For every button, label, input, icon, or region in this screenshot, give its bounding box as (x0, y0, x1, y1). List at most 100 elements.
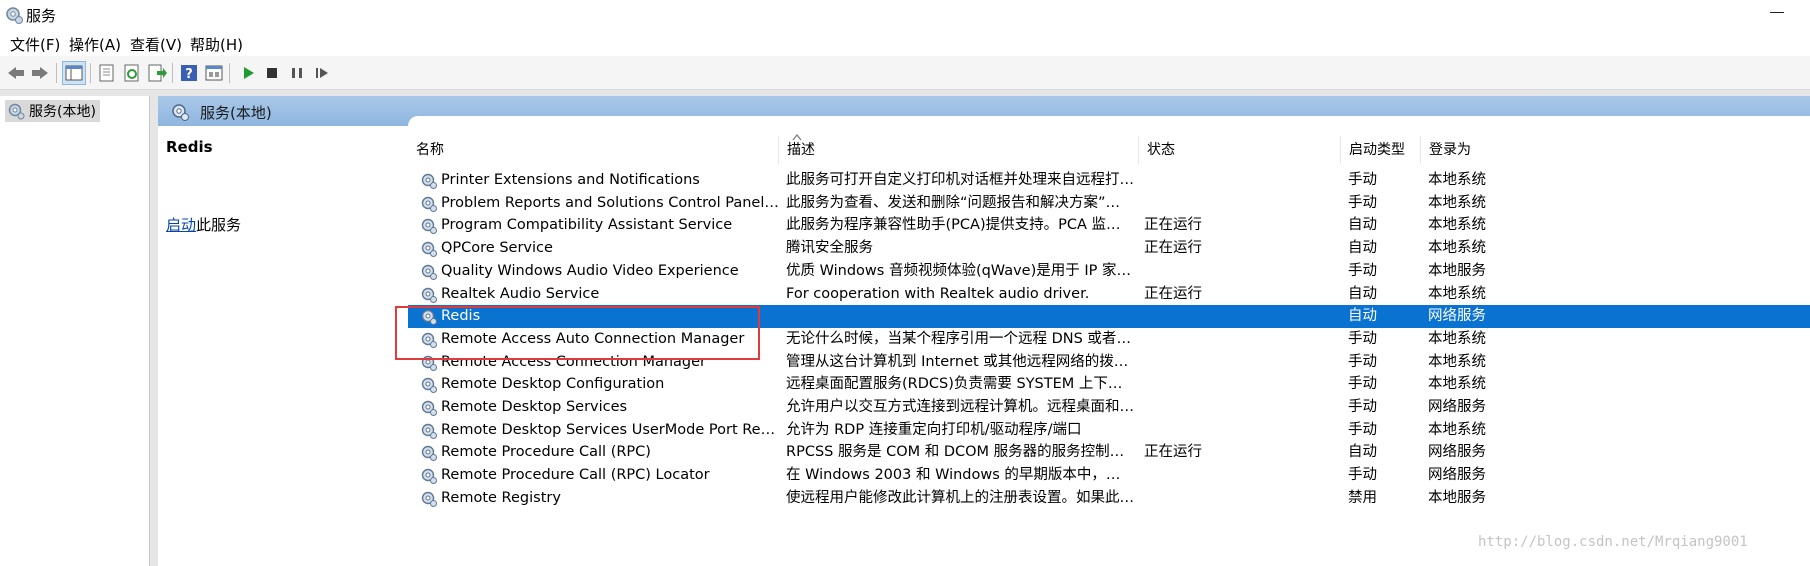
service-gear-icon (420, 308, 438, 326)
cell-status (1144, 419, 1324, 442)
cell-startup-type: 手动 (1348, 353, 1377, 370)
cell-status (1144, 373, 1324, 396)
table-row[interactable]: Printer Extensions and Notifications 此服务可… (408, 169, 1810, 192)
column-logon-as[interactable]: 登录为 (1420, 136, 1500, 164)
cell-status: 正在运行 (1144, 217, 1202, 234)
cell-status: 正在运行 (1144, 240, 1202, 257)
cell-status (1144, 260, 1324, 283)
restart-icon[interactable] (310, 61, 334, 85)
table-row[interactable]: Problem Reports and Solutions Control Pa… (408, 192, 1810, 215)
table-row[interactable]: Program Compatibility Assistant Service 此… (408, 214, 1810, 237)
pane-splitter[interactable] (150, 96, 158, 566)
show-hide-icon[interactable] (202, 61, 226, 85)
service-gear-icon (420, 286, 438, 304)
cell-description: RPCSS 服务是 COM 和 DCOM 服务器的服务控制管理器... (786, 444, 1134, 461)
window-title: 服务 (26, 7, 57, 25)
menu-view[interactable]: 查看(V) (130, 34, 182, 55)
cell-description: 腾讯安全服务 (786, 240, 873, 257)
cell-startup-type: 禁用 (1348, 489, 1377, 506)
cell-status (1144, 328, 1324, 351)
service-gear-icon (420, 172, 438, 190)
cell-startup-type: 手动 (1348, 376, 1377, 393)
service-gear-icon (420, 444, 438, 462)
cell-logon-as: 网络服务 (1428, 399, 1486, 415)
table-row[interactable]: Quality Windows Audio Video Experience 优质… (408, 260, 1810, 283)
table-row[interactable]: Realtek Audio Service For cooperation wit… (408, 283, 1810, 306)
toolbar: ? (0, 56, 1810, 90)
menu-help[interactable]: 帮助(H) (190, 34, 243, 55)
cell-status (1144, 464, 1324, 487)
cell-startup-type: 自动 (1348, 285, 1377, 302)
service-gear-icon (420, 376, 438, 394)
cell-status (1144, 351, 1324, 374)
column-description[interactable]: 描述 (778, 136, 1138, 164)
cell-name: Remote Procedure Call (RPC) (441, 444, 651, 461)
cell-name: Program Compatibility Assistant Service (441, 217, 733, 234)
stop-icon[interactable] (260, 61, 284, 85)
cell-logon-as: 网络服务 (1428, 444, 1486, 461)
tree-item-label: 服务(本地) (29, 104, 96, 120)
service-gear-icon (420, 195, 438, 213)
start-service-line: 启动此服务 (166, 214, 241, 235)
cell-description: 此服务为查看、发送和删除“问题报告和解决方案”控制面... (786, 194, 1134, 211)
cell-status (1144, 487, 1324, 510)
cell-startup-type: 手动 (1348, 421, 1377, 438)
service-gear-icon (420, 354, 438, 372)
table-row[interactable]: Remote Desktop Services UserMode Port Re… (408, 419, 1810, 442)
pause-icon[interactable] (285, 61, 309, 85)
cell-description (786, 305, 1134, 328)
cell-logon-as: 本地系统 (1428, 330, 1486, 347)
column-status[interactable]: 状态 (1138, 136, 1340, 164)
minimize-button[interactable] (1762, 0, 1798, 26)
properties-icon[interactable] (95, 61, 119, 85)
column-header-row: 名称 描述 状态 启动类型 登录为 (408, 134, 1810, 164)
services-list: 名称 描述 状态 启动类型 登录为 Printer Extensions and… (408, 126, 1810, 566)
table-row[interactable]: Remote Procedure Call (RPC) Locator 在 Win… (408, 464, 1810, 487)
cell-name: Remote Access Connection Manager (441, 353, 707, 370)
cell-name: QPCore Service (441, 240, 553, 257)
column-startup-type[interactable]: 启动类型 (1340, 136, 1420, 164)
menu-file[interactable]: 文件(F) (10, 34, 60, 55)
cell-startup-type: 手动 (1348, 399, 1377, 415)
cell-logon-as: 本地系统 (1428, 240, 1486, 257)
play-icon[interactable] (236, 61, 260, 85)
table-row[interactable]: Remote Registry 使远程用户能修改此计算机上的注册表设置。如果此服务… (408, 487, 1810, 510)
cell-logon-as: 本地服务 (1428, 262, 1486, 279)
cell-name: Problem Reports and Solutions Control Pa… (441, 194, 781, 211)
cell-logon-as: 本地系统 (1428, 217, 1486, 234)
menu-action[interactable]: 操作(A) (69, 34, 121, 55)
services-gear-icon (8, 103, 25, 120)
table-row[interactable]: Remote Access Connection Manager 管理从这台计算机… (408, 351, 1810, 374)
table-row[interactable]: Remote Access Auto Connection Manager 无论什… (408, 328, 1810, 351)
export-icon[interactable] (145, 61, 169, 85)
cell-startup-type: 手动 (1348, 262, 1377, 279)
cell-name: Remote Desktop Configuration (441, 376, 665, 393)
forward-icon[interactable] (28, 61, 52, 85)
help-icon[interactable]: ? (177, 61, 201, 85)
cell-status (1144, 169, 1324, 192)
service-gear-icon (420, 422, 438, 440)
table-row[interactable]: Remote Procedure Call (RPC) RPCSS 服务是 COM… (408, 441, 1810, 464)
title-bar: 服务 (0, 0, 1810, 30)
services-gear-icon (172, 104, 189, 121)
table-row[interactable]: Remote Desktop Services 允许用户以交互方式连接到远程计算机… (408, 396, 1810, 419)
back-icon[interactable] (4, 61, 28, 85)
table-row-selected[interactable]: Redis 自动 网络服务 (408, 305, 1810, 329)
table-row[interactable]: QPCore Service 腾讯安全服务 正在运行 自动 本地系统 (408, 237, 1810, 260)
column-name[interactable]: 名称 (408, 136, 778, 164)
pane-header-title: 服务(本地) (200, 104, 272, 122)
start-service-link[interactable]: 启动 (166, 216, 196, 234)
cell-description: 此服务为程序兼容性助手(PCA)提供支持。PCA 监视由用... (786, 217, 1134, 234)
tree-item-services-local[interactable]: 服务(本地) (5, 100, 100, 122)
extended-pane: Redis 启动此服务 (158, 126, 408, 566)
services-gear-icon (6, 7, 23, 24)
cell-logon-as: 本地服务 (1428, 489, 1486, 506)
console-tree-icon[interactable] (62, 61, 86, 85)
cell-startup-type: 自动 (1348, 444, 1377, 461)
cell-logon-as: 本地系统 (1428, 353, 1486, 370)
cell-logon-as: 本地系统 (1428, 421, 1486, 438)
refresh-icon[interactable] (120, 61, 144, 85)
menu-bar: 文件(F) 操作(A) 查看(V) 帮助(H) (0, 30, 1810, 56)
table-row[interactable]: Remote Desktop Configuration 远程桌面配置服务(RDC… (408, 373, 1810, 396)
cell-status (1144, 192, 1324, 215)
